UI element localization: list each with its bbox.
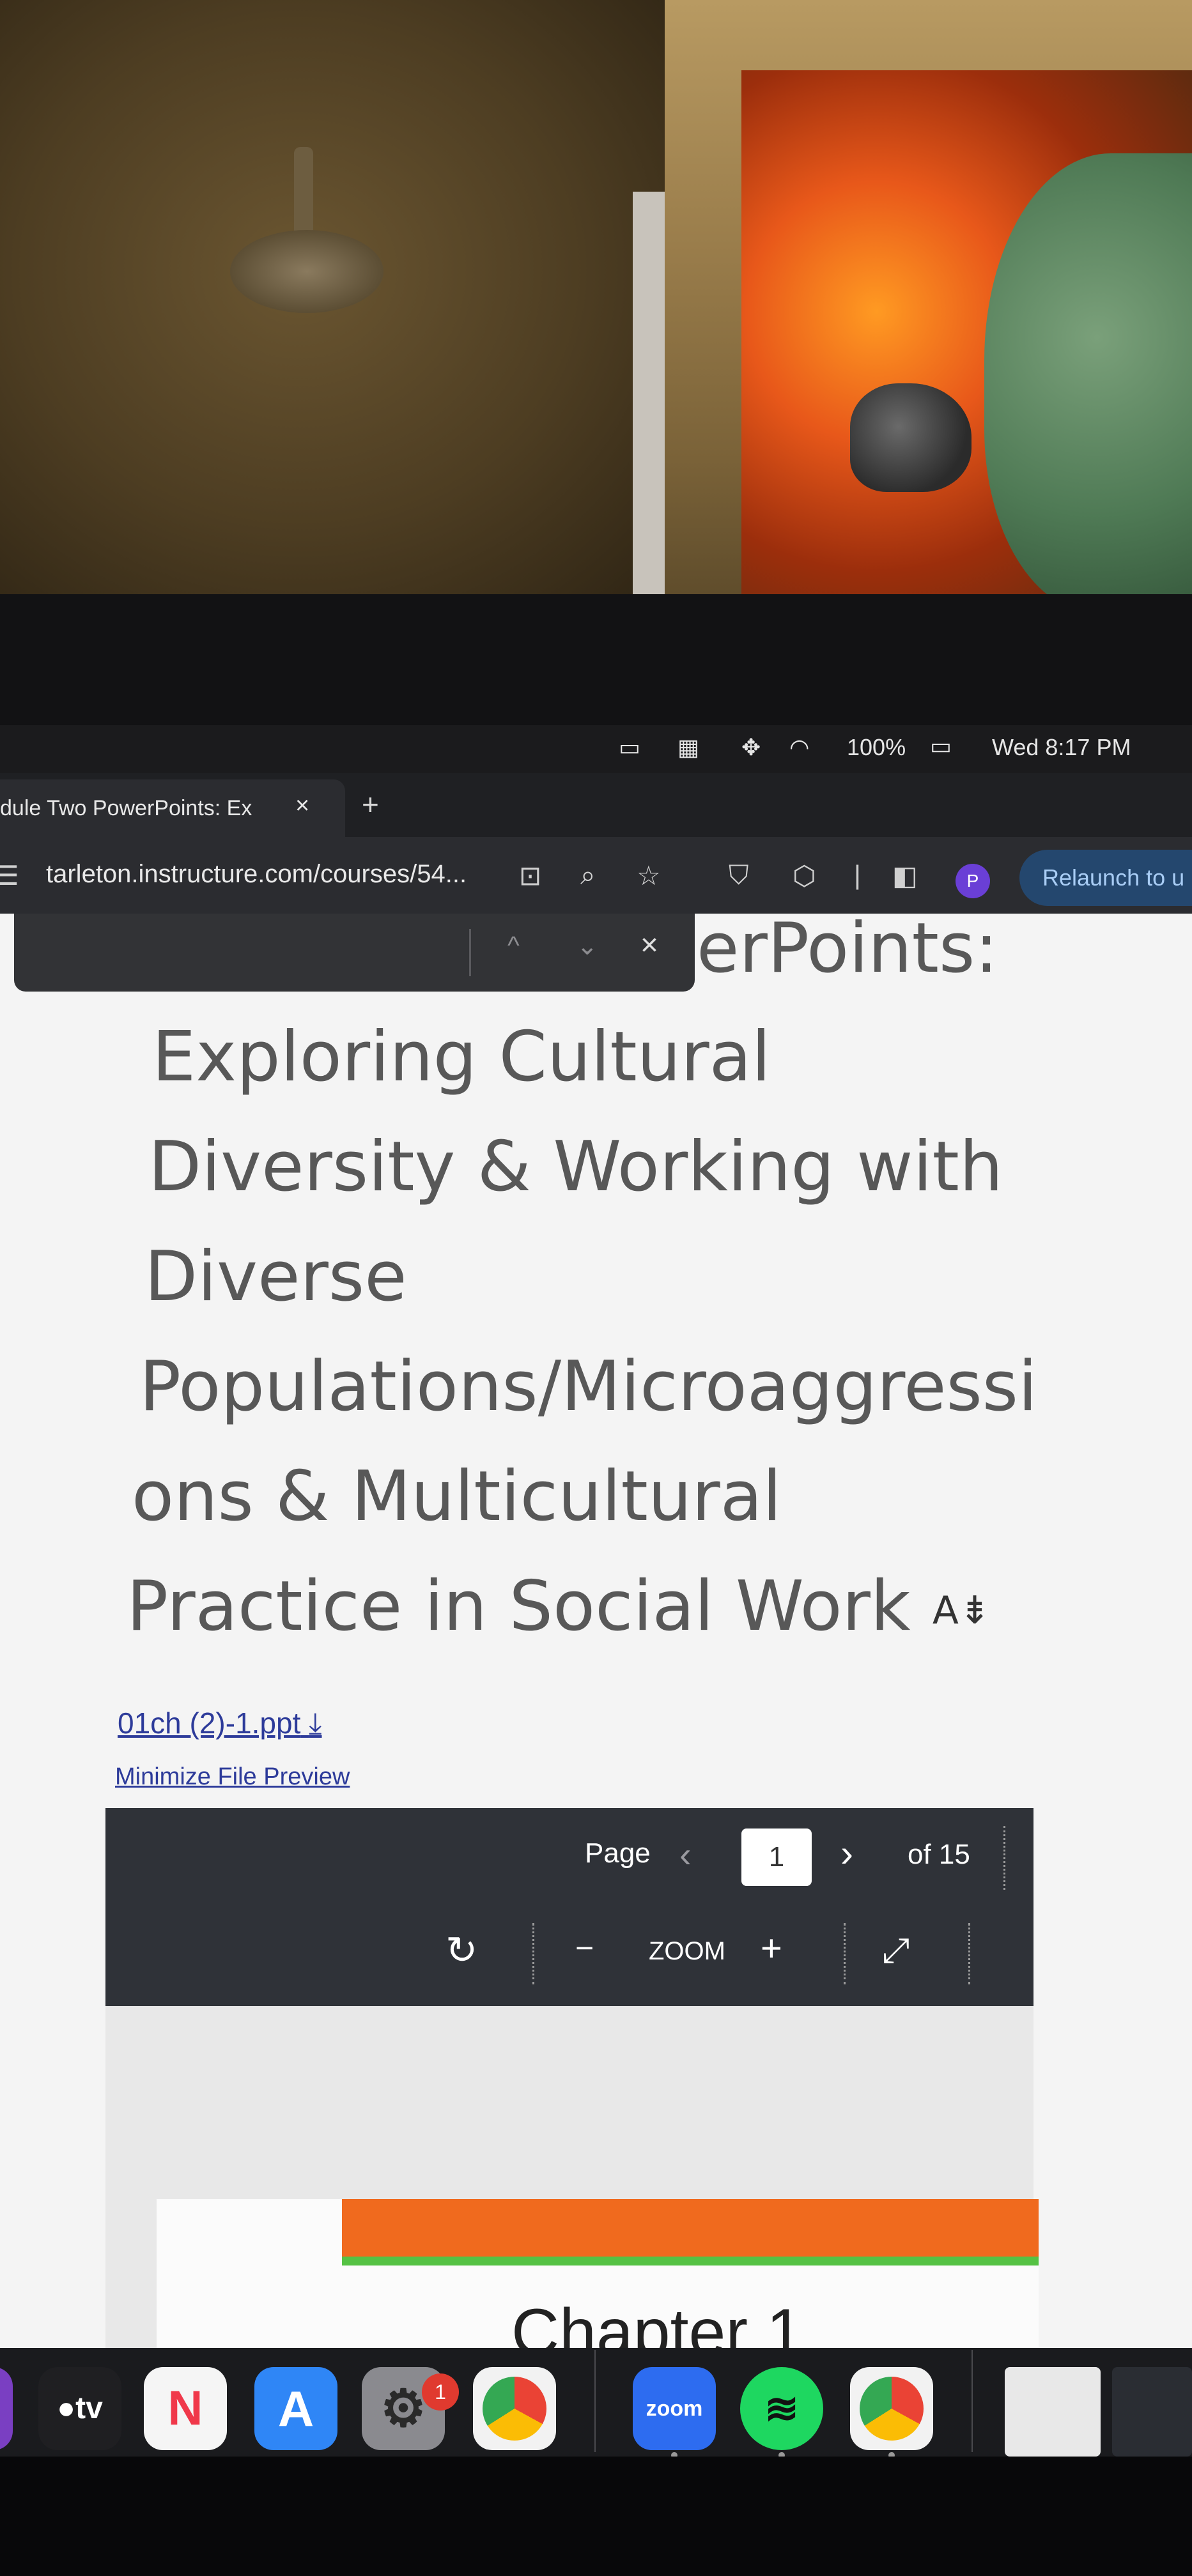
heading-line-7-text: Practice in Social Work (127, 1567, 911, 1646)
find-close-icon[interactable]: × (640, 928, 658, 963)
airplay-icon[interactable]: ▭ (619, 734, 640, 761)
laptop-bezel (0, 594, 1192, 735)
battery-icon[interactable]: ▭ (930, 733, 952, 760)
rotate-icon[interactable]: ↻ (445, 1928, 477, 1973)
heading-line-3: Diversity & Working with (148, 1127, 1003, 1207)
slide-page: Chapter 1 (157, 2199, 1039, 2348)
spotify-icon[interactable]: ≋ (740, 2367, 823, 2450)
search-page-icon[interactable]: ⌕ (580, 860, 596, 891)
slide-title: Chapter 1 (511, 2296, 803, 2348)
install-app-icon[interactable]: ⊡ (519, 860, 541, 891)
shield-icon[interactable]: ⛉ (729, 860, 749, 891)
zoom-label: ZOOM (649, 1937, 725, 1965)
file-download-link[interactable]: 01ch (2)-1.ppt ⤓ (118, 1706, 322, 1742)
previous-page-icon[interactable]: ‹ (679, 1834, 692, 1875)
chrome-icon[interactable] (473, 2367, 556, 2450)
page-number-input[interactable]: 1 (741, 1828, 812, 1886)
battery-percent: 100% (847, 734, 906, 760)
slide-header-stripe (342, 2199, 1039, 2266)
toolbar-divider (844, 1923, 846, 1984)
divider-icon: | (854, 860, 861, 890)
heading-line-6: ons & Multicultural (132, 1457, 782, 1537)
find-divider (469, 929, 471, 976)
find-bar: ^ ⌄ × (14, 914, 695, 992)
menu-bar: ▭ ▦ ✥ ◠ 100% ▭ Wed 8:17 PM (0, 725, 1192, 773)
tab-title: dule Two PowerPoints: Ex (0, 796, 252, 820)
apple-tv-icon[interactable]: ●tv (38, 2367, 121, 2450)
flag-icon[interactable]: ▦ (677, 734, 699, 761)
file-name: 01ch (2)-1.ppt (118, 1706, 301, 1740)
heading-line-7: Practice in Social Work A⇟ (127, 1567, 991, 1646)
zoom-in-icon[interactable]: + (761, 1927, 782, 1970)
door-frame (633, 192, 665, 601)
toolbar-divider (1003, 1826, 1005, 1890)
dock-app-partial-icon[interactable] (0, 2367, 13, 2450)
new-tab-button[interactable]: + (362, 787, 379, 822)
bookmark-star-icon[interactable]: ☆ (637, 860, 661, 891)
laptop-bottom-bezel (0, 2457, 1192, 2576)
minimize-preview-link[interactable]: Minimize File Preview (115, 1763, 350, 1791)
side-panel-icon[interactable]: ◧ (892, 860, 918, 891)
url-field[interactable]: tarleton.instructure.com/courses/54... (46, 860, 467, 889)
page-total: of 15 (908, 1839, 970, 1870)
text-size-icon[interactable]: A⇟ (933, 1588, 991, 1633)
settings-notification-badge: 1 (422, 2373, 459, 2411)
zoom-icon[interactable]: zoom (633, 2367, 716, 2450)
heading-line-2: Exploring Cultural (152, 1017, 771, 1097)
app-store-icon[interactable]: A (254, 2367, 337, 2450)
extensions-icon[interactable]: ⬡ (793, 860, 816, 891)
dock-divider (594, 2350, 596, 2452)
profile-avatar[interactable]: P (956, 864, 990, 898)
fullscreen-icon[interactable]: ⤢ (882, 1931, 909, 1971)
ceiling-lamp-stem (294, 147, 313, 236)
poster-object (850, 383, 971, 492)
tab-bar: dule Two PowerPoints: Ex × + (0, 773, 1192, 837)
find-previous-icon[interactable]: ^ (507, 931, 520, 960)
heading-line-1: erPoints: (697, 914, 998, 988)
apple-logo-icon: ● (57, 2391, 76, 2425)
next-page-icon[interactable]: › (840, 1831, 853, 1875)
apple-tv-label: tv (75, 2391, 103, 2425)
relaunch-button[interactable]: Relaunch to u (1019, 850, 1192, 906)
find-next-icon[interactable]: ⌄ (577, 931, 598, 961)
room-background (0, 0, 1192, 613)
address-bar: ☰ tarleton.instructure.com/courses/54...… (0, 837, 1192, 914)
recent-window-thumbnail[interactable] (1005, 2367, 1101, 2457)
dock-divider (971, 2350, 973, 2452)
zoom-out-icon[interactable]: − (575, 1929, 594, 1966)
tab-close-icon[interactable]: × (295, 792, 309, 820)
slide-viewport[interactable]: Chapter 1 (105, 2006, 1039, 2348)
tab-powerpoints[interactable]: dule Two PowerPoints: Ex × (0, 779, 345, 837)
heading-line-4: Diverse (144, 1237, 407, 1317)
document-viewer-toolbar: Page ‹ 1 › of 15 ↻ − ZOOM + ⤢ (105, 1808, 1033, 2006)
page-content: ^ ⌄ × erPoints: Exploring Cultural Diver… (0, 914, 1192, 2348)
chrome-second-icon[interactable] (850, 2367, 933, 2450)
news-icon[interactable]: N (144, 2367, 227, 2450)
download-icon[interactable]: ⤓ (309, 1706, 321, 1740)
recent-window-thumbnail-2[interactable] (1112, 2367, 1192, 2457)
ceiling-lamp (230, 230, 383, 313)
heading-line-5: Populations/Microaggressi (139, 1347, 1038, 1427)
clock[interactable]: Wed 8:17 PM (992, 734, 1131, 761)
dock: ●tv N A ⚙ zoom ≋ (0, 2348, 1192, 2457)
page-label: Page (585, 1837, 651, 1869)
toolbar-divider (532, 1923, 534, 1984)
wifi-icon[interactable]: ◠ (789, 734, 809, 761)
site-settings-icon[interactable]: ☰ (0, 860, 19, 891)
control-center-icon[interactable]: ✥ (741, 734, 761, 761)
toolbar-divider (968, 1923, 970, 1984)
